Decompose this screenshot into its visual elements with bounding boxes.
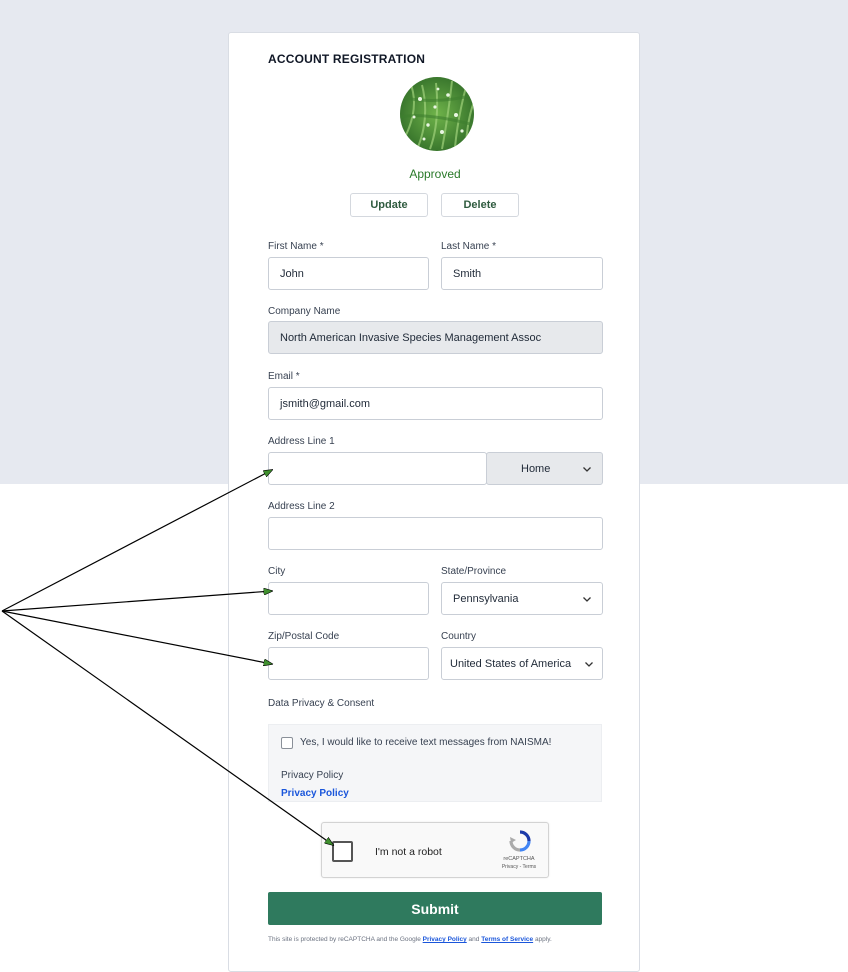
recaptcha-logo-icon	[509, 830, 531, 852]
city-label: City	[268, 566, 286, 577]
chevron-down-icon	[583, 596, 591, 602]
delete-button[interactable]: Delete	[441, 193, 519, 217]
approval-status: Approved	[409, 167, 461, 181]
sms-consent-label: Yes, I would like to receive text messag…	[300, 737, 552, 748]
company-name-input[interactable]: North American Invasive Species Manageme…	[268, 321, 603, 354]
address-line-2-input[interactable]	[268, 517, 603, 550]
privacy-policy-text: Privacy Policy	[281, 770, 344, 781]
recaptcha-links[interactable]: Privacy - Terms	[490, 864, 548, 870]
chevron-down-icon	[583, 466, 591, 472]
city-input[interactable]	[268, 582, 429, 615]
state-value: Pennsylvania	[453, 592, 519, 605]
footer-terms-link[interactable]: Terms of Service	[481, 936, 533, 943]
required-mark: *	[295, 371, 300, 382]
zip-input[interactable]	[268, 647, 429, 680]
first-name-label: First Name *	[268, 241, 324, 252]
chevron-down-icon	[585, 661, 593, 667]
grass-photo-icon	[400, 77, 474, 151]
update-button[interactable]: Update	[350, 193, 428, 217]
last-name-label: Last Name *	[441, 241, 497, 252]
email-input[interactable]: jsmith@gmail.com	[268, 387, 603, 420]
recaptcha-checkbox[interactable]	[332, 841, 353, 862]
submit-button[interactable]: Submit	[268, 892, 602, 925]
profile-avatar[interactable]	[400, 77, 474, 151]
country-value: United States of America	[450, 657, 572, 670]
email-label: Email *	[268, 371, 300, 382]
registration-card: ACCOUNT REGISTRATION Approved Update Del…	[228, 32, 640, 972]
privacy-heading: Data Privacy & Consent	[268, 698, 375, 709]
country-label: Country	[441, 631, 477, 642]
required-mark: *	[492, 241, 497, 252]
form-title: ACCOUNT REGISTRATION	[268, 52, 426, 66]
privacy-policy-link[interactable]: Privacy Policy	[281, 788, 349, 799]
address-line-1-input[interactable]	[268, 452, 487, 485]
zip-label: Zip/Postal Code	[268, 631, 340, 642]
footer-prefix: This site is protected by reCAPTCHA and …	[268, 936, 421, 943]
first-name-input[interactable]: John	[268, 257, 429, 290]
address-line-2-label: Address Line 2	[268, 501, 335, 512]
country-select[interactable]: United States of America	[441, 647, 603, 680]
address-type-select[interactable]: Home	[486, 452, 603, 485]
sms-consent-checkbox[interactable]	[281, 737, 293, 749]
recaptcha-label: I'm not a robot	[375, 846, 442, 858]
recaptcha-footer: This site is protected by reCAPTCHA and …	[268, 936, 602, 943]
footer-suffix: apply.	[534, 936, 552, 943]
state-select[interactable]: Pennsylvania	[441, 582, 603, 615]
state-label: State/Province	[441, 566, 507, 577]
company-name-label: Company Name	[268, 306, 341, 317]
recaptcha-widget: I'm not a robot reCAPTCHA Privacy - Term…	[321, 822, 549, 878]
last-name-input[interactable]: Smith	[441, 257, 603, 290]
required-mark: *	[319, 241, 324, 252]
address-line-1-label: Address Line 1	[268, 436, 335, 447]
address-type-value: Home	[521, 462, 551, 475]
recaptcha-brand: reCAPTCHA	[503, 856, 535, 862]
footer-privacy-link[interactable]: Privacy Policy	[423, 936, 467, 943]
footer-and: and	[468, 936, 480, 943]
consent-panel: Yes, I would like to receive text messag…	[268, 724, 602, 802]
